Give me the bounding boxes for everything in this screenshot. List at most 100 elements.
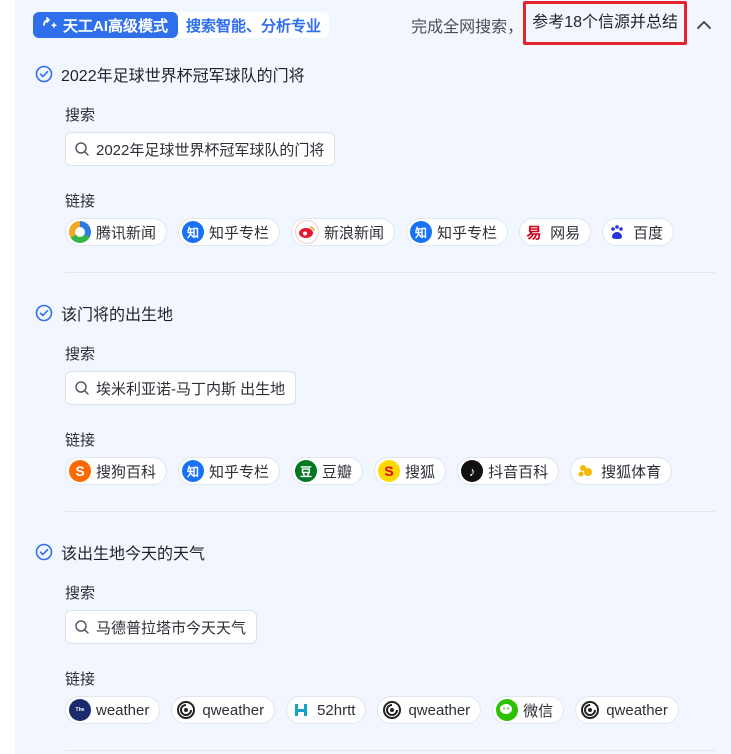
step-title: 该门将的出生地 (35, 301, 173, 325)
links-label: 链接 (65, 193, 96, 210)
link-chip[interactable]: S 搜狐 (374, 457, 447, 485)
link-label: 抖音百科 (488, 463, 549, 481)
zhihu-icon: 知 (182, 460, 205, 482)
summary-prefix: 完成全网搜索， (411, 19, 524, 36)
link-chip[interactable]: 易 网易 (519, 218, 592, 246)
search-label: 搜索 (65, 107, 96, 124)
step-title: 2022年足球世界杯冠军球队的门将 (35, 62, 305, 86)
qweather-icon (175, 699, 198, 721)
link-label: 微信 (523, 702, 554, 720)
search-query-box[interactable]: 埃米利亚诺-马丁内斯 出生地 (65, 371, 297, 405)
search-icon (75, 142, 89, 156)
step-title: 该出生地今天的天气 (35, 540, 205, 564)
left-rail (0, 0, 15, 754)
wechat-icon (496, 699, 519, 721)
section-divider (65, 511, 715, 512)
zhihu-icon: 知 (182, 221, 205, 243)
link-chips: The weather qweather 52hrtt qweather 微信 … (65, 696, 679, 724)
sohu-icon: S (378, 460, 401, 482)
link-chip[interactable]: 百度 (602, 218, 675, 246)
link-label: 豆瓣 (322, 463, 353, 481)
link-label: weather (96, 701, 150, 719)
search-summary[interactable]: 完成全网搜索， 参考18个信源并总结 (411, 1, 713, 45)
link-chip[interactable]: 知 知乎专栏 (406, 218, 509, 246)
search-query: 马德普拉塔市今天天气 (96, 619, 247, 637)
search-icon (75, 620, 89, 634)
link-label: 52hrtt (317, 701, 356, 719)
links-label: 链接 (65, 671, 96, 688)
link-chip[interactable]: 搜狐体育 (570, 457, 673, 485)
check-circle-icon (35, 65, 53, 83)
link-label: 搜狐体育 (601, 463, 662, 481)
sina-icon (295, 220, 320, 244)
douban-icon: 豆 (295, 460, 318, 482)
step-1: 2022年足球世界杯冠军球队的门将 搜索 2022年足球世界杯冠军球队的门将 链… (15, 62, 731, 274)
search-icon (75, 381, 89, 395)
link-chip[interactable]: 52hrtt (286, 696, 367, 724)
link-chip[interactable]: 豆 豆瓣 (291, 457, 364, 485)
52hrtt-icon (290, 699, 313, 721)
link-chips: S 搜狗百科 知 知乎专栏 豆 豆瓣 S 搜狐 ♪ 抖音百科 搜狐体育 (65, 457, 673, 485)
link-chip[interactable]: qweather (377, 696, 482, 724)
link-label: 知乎专栏 (437, 224, 498, 242)
netease-icon: 易 (523, 221, 546, 243)
mode-label: 天工AI高级模式 (63, 17, 169, 35)
link-label: 知乎专栏 (209, 224, 270, 242)
check-circle-icon (35, 304, 53, 322)
link-label: qweather (202, 701, 265, 719)
sparkle-icon (43, 17, 58, 29)
weather-channel-icon: The (69, 699, 91, 721)
link-chip[interactable]: 知 知乎专栏 (178, 218, 281, 246)
link-chip[interactable]: qweather (171, 696, 276, 724)
link-label: qweather (606, 701, 668, 719)
link-label: 搜狐 (405, 463, 436, 481)
link-chips: 腾讯新闻 知 知乎专栏 新浪新闻 知 知乎专栏 易 网易 百度 (65, 218, 675, 246)
step-title-text: 该出生地今天的天气 (61, 546, 206, 563)
link-label: 新浪新闻 (324, 224, 385, 242)
search-query: 2022年足球世界杯冠军球队的门将 (96, 141, 325, 159)
link-chip[interactable]: qweather (575, 696, 679, 724)
link-chip[interactable]: 腾讯新闻 (65, 218, 168, 246)
summary-highlight: 参考18个信源并总结 (523, 1, 687, 45)
sohu-sports-icon (574, 460, 597, 482)
advanced-mode-badge: 天工AI高级模式 搜索智能、分析专业 (33, 12, 330, 38)
link-chip[interactable]: S 搜狗百科 (65, 457, 168, 485)
link-chip[interactable]: ♪ 抖音百科 (457, 457, 560, 485)
link-label: 知乎专栏 (209, 463, 270, 481)
step-2: 该门将的出生地 搜索 埃米利亚诺-马丁内斯 出生地 链接 S 搜狗百科 知 知乎… (15, 301, 731, 513)
mode-subtitle: 搜索智能、分析专业 (186, 17, 322, 35)
qweather-icon (579, 699, 602, 721)
tencent-news-icon (69, 221, 91, 243)
qweather-icon (381, 699, 404, 721)
sogou-icon: S (69, 460, 91, 482)
search-label: 搜索 (65, 585, 96, 602)
check-circle-icon (35, 543, 53, 561)
link-chip[interactable]: 新浪新闻 (291, 218, 396, 246)
step-title-text: 该门将的出生地 (61, 307, 174, 324)
zhihu-icon: 知 (410, 221, 433, 243)
mode-pill: 天工AI高级模式 (33, 12, 179, 38)
section-divider (65, 750, 715, 751)
search-query: 埃米利亚诺-马丁内斯 出生地 (96, 380, 286, 398)
link-chip[interactable]: 知 知乎专栏 (178, 457, 281, 485)
link-label: 百度 (633, 224, 664, 242)
search-process-panel: 天工AI高级模式 搜索智能、分析专业 完成全网搜索， 参考18个信源并总结 20… (15, 0, 731, 754)
douyin-icon: ♪ (461, 460, 484, 482)
links-label: 链接 (65, 432, 96, 449)
link-label: 网易 (550, 224, 581, 242)
search-label: 搜索 (65, 346, 96, 363)
step-title-text: 2022年足球世界杯冠军球队的门将 (61, 68, 305, 85)
link-chip[interactable]: 微信 (492, 696, 565, 724)
step-3: 该出生地今天的天气 搜索 马德普拉塔市今天天气 链接 The weather q… (15, 540, 731, 754)
page: 天工AI高级模式 搜索智能、分析专业 完成全网搜索， 参考18个信源并总结 20… (0, 0, 731, 754)
search-query-box[interactable]: 马德普拉塔市今天天气 (65, 610, 258, 644)
link-chip[interactable]: The weather (65, 696, 161, 724)
chevron-up-icon[interactable] (695, 16, 713, 34)
panel-header: 天工AI高级模式 搜索智能、分析专业 完成全网搜索， 参考18个信源并总结 (15, 0, 731, 50)
link-label: 搜狗百科 (96, 463, 157, 481)
link-label: qweather (408, 701, 471, 719)
section-divider (65, 272, 715, 273)
baidu-icon (606, 221, 629, 243)
link-label: 腾讯新闻 (96, 224, 157, 242)
search-query-box[interactable]: 2022年足球世界杯冠军球队的门将 (65, 132, 336, 166)
